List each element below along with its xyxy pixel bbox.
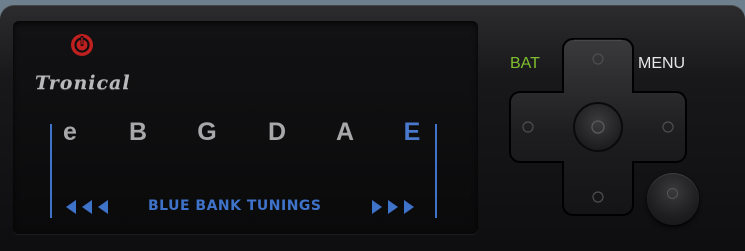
string-b[interactable]: B: [129, 118, 147, 147]
string-list: e B G D A E: [0, 118, 480, 150]
triple-right-arrow-icon[interactable]: [372, 199, 422, 215]
power-icon: [71, 34, 93, 56]
string-e-low[interactable]: e: [63, 118, 77, 147]
brand-logo: Tronical: [35, 72, 131, 94]
string-a[interactable]: A: [336, 118, 354, 147]
string-d[interactable]: D: [268, 118, 286, 147]
bank-title: BLUE BANK TUNINGS: [148, 198, 322, 214]
round-button-icon[interactable]: [647, 173, 699, 225]
triple-left-arrow-icon[interactable]: [66, 199, 116, 215]
string-g[interactable]: G: [197, 118, 216, 147]
string-e-high-selected[interactable]: E: [404, 118, 421, 147]
round-button-dot: [667, 188, 678, 199]
